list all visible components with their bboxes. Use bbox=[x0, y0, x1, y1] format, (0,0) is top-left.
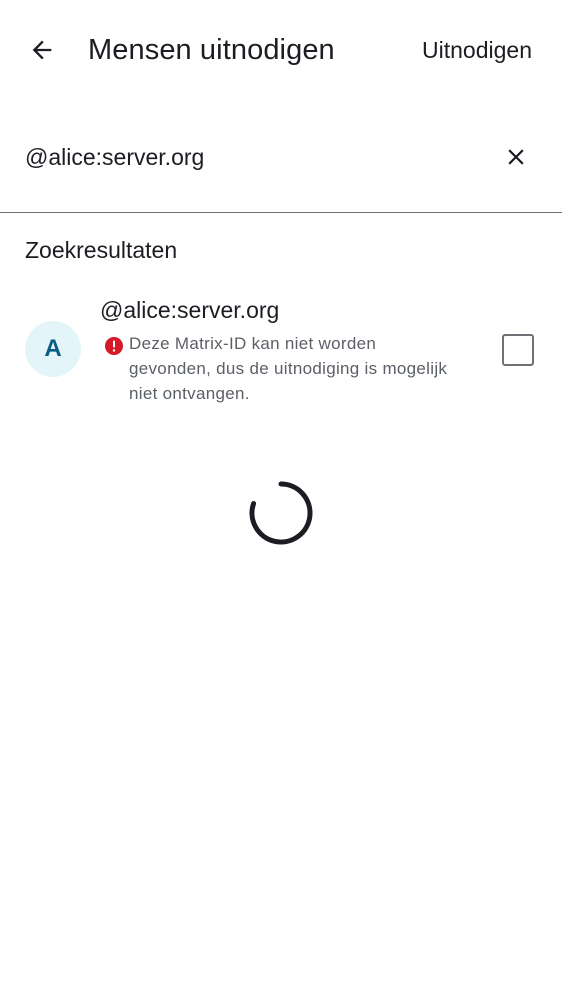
error-icon bbox=[105, 337, 123, 355]
search-divider bbox=[0, 212, 562, 213]
clear-search-button[interactable] bbox=[492, 133, 540, 181]
select-checkbox[interactable] bbox=[502, 334, 534, 366]
search-results-header: Zoekresultaten bbox=[25, 237, 178, 263]
close-icon bbox=[508, 149, 524, 165]
back-button[interactable] bbox=[18, 26, 66, 74]
loading-spinner-icon bbox=[249, 481, 313, 545]
search-result-item[interactable]: A @alice:server.org Deze Matrix-ID kan n… bbox=[0, 288, 562, 418]
top-app-bar: Mensen uitnodigen Uitnodigen bbox=[0, 0, 562, 100]
invite-people-screen: Mensen uitnodigen Uitnodigen Zoekresulta… bbox=[0, 0, 562, 1000]
avatar: A bbox=[25, 321, 81, 377]
page-title: Mensen uitnodigen bbox=[88, 34, 335, 66]
search-field-container bbox=[0, 115, 562, 213]
invite-button[interactable]: Uitnodigen bbox=[422, 32, 532, 68]
search-input[interactable] bbox=[25, 137, 485, 177]
result-warning-text: Deze Matrix-ID kan niet worden gevonden,… bbox=[129, 334, 448, 403]
result-user-id: @alice:server.org bbox=[100, 297, 280, 323]
arrow-left-icon bbox=[32, 40, 52, 60]
